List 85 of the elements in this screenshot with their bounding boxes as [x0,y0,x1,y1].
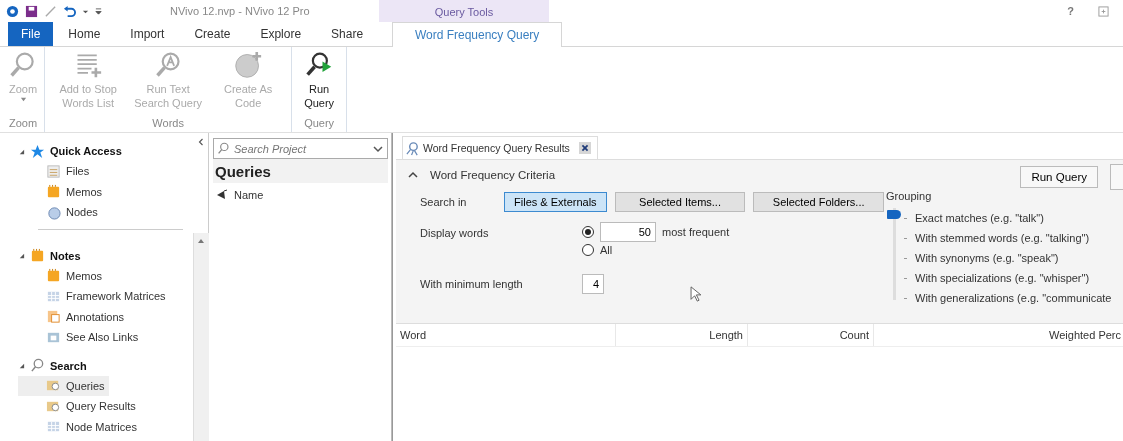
section-title[interactable]: Quick Access [50,145,122,157]
number-field[interactable]: 4 [582,274,604,294]
column-header[interactable]: Length [616,324,748,346]
slider-stop-label[interactable]: With stemmed words (e.g. "talking") [915,232,1090,244]
toggle-button[interactable]: Files & Externals [504,192,607,212]
document-icon [46,163,61,179]
magnifier-icon [154,51,183,79]
notepad-icon [46,268,61,284]
nav-item[interactable]: Node Matrices [18,416,141,437]
ribbon-tab[interactable]: Word Frequency Query [392,22,563,47]
list-title: Queries [213,159,388,183]
field-label: Grouping [886,190,933,202]
number-field[interactable]: 50 [600,222,656,242]
panel-title: Word Frequency Criteria [430,169,556,181]
field-label: With minimum length [420,278,524,290]
expander-icon[interactable] [18,252,25,259]
section-title[interactable]: Notes [50,249,81,262]
notepad-icon [30,248,45,263]
scrollbar[interactable] [193,233,209,441]
circle-icon [46,204,61,220]
nav-item[interactable]: Query Results [18,396,140,417]
pointer-icon [690,286,701,302]
slider-stop-label[interactable]: With synonyms (e.g. "speak") [915,252,1059,264]
nav-item[interactable]: See Also Links [18,327,143,348]
column-header[interactable]: Word [396,324,616,346]
star-icon [30,143,45,159]
column-header[interactable]: Weighted Perc [874,324,1123,346]
nav-item[interactable]: Memos [18,181,107,202]
nav-item[interactable]: Files [18,161,94,182]
nav-item[interactable]: Queries [18,375,109,396]
nav-item[interactable]: Memos [18,265,107,286]
slider-stop-label[interactable]: With specializations (e.g. "whisper") [915,272,1090,284]
slider-track[interactable] [886,208,902,300]
expander-icon[interactable] [18,362,25,369]
save-icon[interactable] [25,4,38,18]
close-icon[interactable] [578,142,591,154]
nav-item[interactable]: Annotations [18,306,129,327]
radio-label[interactable]: All [600,244,613,256]
slider-stop-label[interactable]: With generalizations (e.g. "communicate [915,292,1112,304]
restore-icon[interactable] [1098,5,1109,17]
group-label: Words [152,117,184,131]
chevron-down-icon[interactable] [373,145,383,153]
search-icon [217,142,230,155]
field-label: Display words [420,226,490,239]
ribbon-tab[interactable]: Create [179,22,246,46]
app-icon[interactable] [6,4,19,18]
collapse-icon[interactable] [198,138,204,146]
pin-icon[interactable] [216,189,228,201]
file-tab[interactable]: File [8,22,54,46]
slider-stop-label[interactable]: Exact matches (e.g. "talk") [915,212,1044,224]
nav-item[interactable]: Nodes [18,202,102,223]
group-label: Query [304,117,335,131]
help-button[interactable]: ? [1067,5,1074,17]
customize-icon[interactable] [95,7,102,15]
query-icon [405,140,420,156]
window-title: NVivo 12.nvp - NVivo 12 Pro [170,5,311,17]
ribbon-tab[interactable]: Explore [245,22,317,46]
ribbon-tab[interactable]: Import [115,22,180,46]
nav-item[interactable]: Framework Matrices [18,286,170,307]
slider-thumb[interactable] [887,210,901,219]
expander-icon[interactable] [18,147,25,155]
field-label: Search in [420,196,468,208]
field-suffix: most frequent [662,226,730,238]
context-tab-group: Query Tools [379,0,549,22]
ribbon-tab[interactable]: Share [316,22,379,46]
section-title[interactable]: Search [50,359,87,372]
radio-button[interactable] [582,226,594,238]
column-header[interactable]: Count [748,324,874,346]
radio-button[interactable] [582,244,594,256]
search-field[interactable]: Search Project [213,138,388,159]
scroll-up-icon[interactable] [197,237,205,245]
search-icon [30,358,45,373]
ribbon-button[interactable]: Run Query [295,49,344,117]
tab-title: Word Frequency Query Results [423,142,570,154]
toggle-button[interactable]: Selected Folders... [753,192,884,212]
group-label: Zoom [9,117,38,131]
run-query-button[interactable]: Run Query [1020,166,1098,188]
notepad-icon [46,184,61,200]
undo-icon[interactable] [63,4,76,18]
column-header[interactable]: Name [234,189,264,201]
ribbon-tab[interactable]: Home [53,22,116,46]
note-icon [46,309,61,325]
circle-plus-icon [234,51,263,79]
toggle-button[interactable]: Selected Items... [614,192,746,212]
collapse-icon[interactable] [408,171,418,179]
